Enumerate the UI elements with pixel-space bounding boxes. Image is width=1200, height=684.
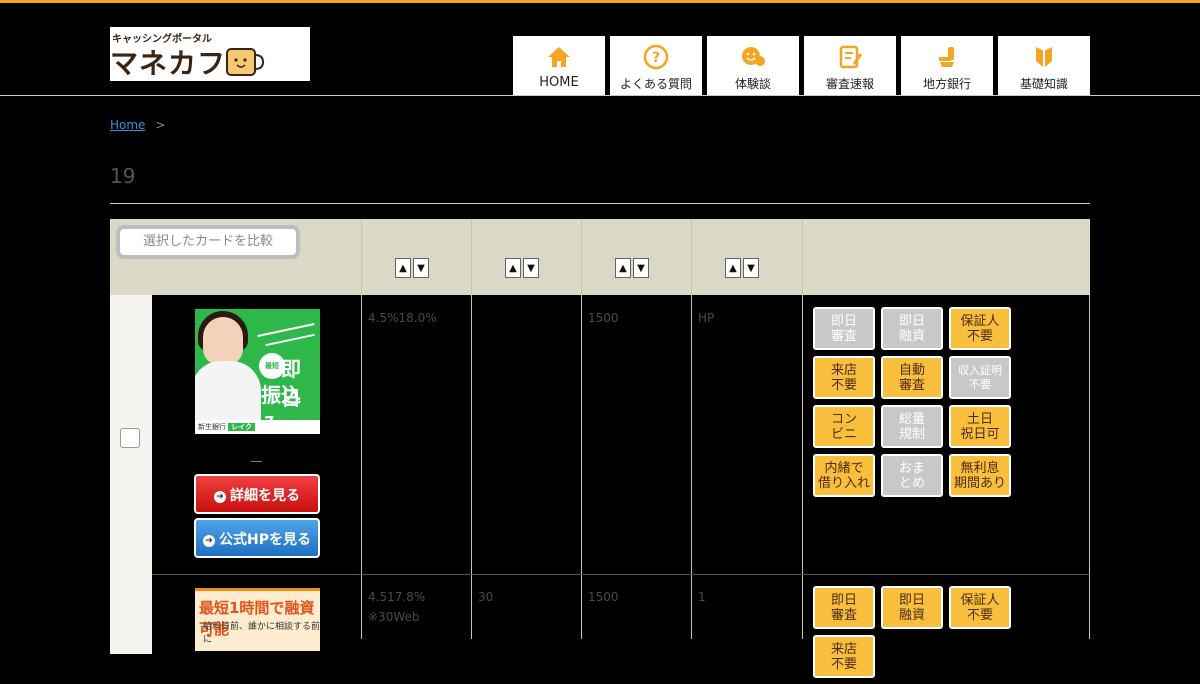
sort-controls-col1: ▲ ▼: [395, 256, 435, 278]
nav-item-faq[interactable]: ? よくある質問: [610, 36, 702, 95]
sort-asc-button[interactable]: ▲: [615, 258, 631, 278]
feature-tag: 総量 規制: [881, 405, 943, 448]
compare-checkbox[interactable]: [120, 428, 140, 448]
interest-rate: 4.517.8%: [368, 590, 426, 604]
chat-face-icon: [742, 47, 765, 66]
col4-value: HP: [698, 311, 715, 325]
feature-tag: 即日 審査: [813, 307, 875, 350]
limit-value: 1500: [588, 311, 619, 325]
banner-brand: レイク: [228, 423, 256, 431]
comparison-table: 選択したカードを比較 ▲▼ ▲▼ ▲▼ ▲▼ 最短 即日 振込み: [110, 219, 1090, 678]
breadcrumb-separator: >: [155, 118, 166, 132]
banner-footer-text: 新生銀行: [198, 423, 226, 431]
sort-controls-col3: ▲ ▼: [615, 256, 655, 278]
nav-item-home[interactable]: HOME: [513, 36, 605, 95]
feature-tag: 即日 融資: [881, 586, 943, 629]
arrow-right-icon: ➔: [203, 535, 215, 547]
official-site-button[interactable]: ➔ 公式HPを見る: [194, 518, 320, 558]
table-row: 最短 即日 振込み 新生銀行 レイク ➔ 詳細を見る ➔ 公式HPを見る 4.5%1…: [110, 295, 1090, 574]
sort-asc-button[interactable]: ▲: [725, 258, 741, 278]
report-icon: [839, 45, 863, 69]
site-header: キャッシングポータル マネカフェ HOME ? よくある質問 体験談 審査速報 …: [0, 3, 1200, 96]
nav-item-report[interactable]: 審査速報: [804, 36, 896, 95]
col4-value: 1: [698, 590, 706, 604]
svg-text:?: ?: [652, 50, 660, 66]
select-cell: [110, 574, 152, 654]
banner-footer: 新生銀行 レイク: [195, 420, 320, 434]
interest-rate-note: ※30Web: [368, 610, 420, 624]
feature-tag: 保証人 不要: [949, 586, 1011, 629]
table-header: 選択したカードを比較 ▲ ▼ ▲ ▼ ▲ ▼ ▲ ▼: [110, 219, 1090, 295]
sort-controls-col2: ▲ ▼: [505, 256, 545, 278]
limit-value: 1500: [588, 590, 619, 604]
site-logo[interactable]: キャッシングポータル マネカフェ: [110, 27, 310, 81]
nav-label: HOME: [539, 75, 579, 90]
banner-model-face: [203, 317, 243, 365]
feature-tag: 無利息 期間あり: [949, 454, 1011, 497]
feature-tag: 来店 不要: [813, 635, 875, 678]
main-nav: HOME ? よくある質問 体験談 審査速報 地方銀行 基礎知識: [513, 36, 1095, 95]
sort-desc-button[interactable]: ▼: [523, 258, 539, 278]
feature-tags: 即日 審査 即日 融資 保証人 不要来店 不要 自動 審査 収入証明 不要コン ビニ 総量…: [813, 307, 1081, 503]
col2-value: 30: [478, 590, 494, 604]
detail-button-label: 詳細を見る: [230, 488, 300, 504]
coffee-cup-icon: [226, 48, 265, 76]
official-button-label: 公式HPを見る: [219, 532, 311, 548]
interest-rate: 4.5%18.0%: [368, 311, 437, 325]
feature-tag: 保証人 不要: [949, 307, 1011, 350]
nav-item-experience[interactable]: 体験談: [707, 36, 799, 95]
breadcrumb-home-link[interactable]: Home: [110, 118, 145, 132]
sort-desc-button[interactable]: ▼: [633, 258, 649, 278]
lender-name-link[interactable]: [251, 448, 262, 464]
feature-tag: コン ビニ: [813, 405, 875, 448]
feature-tag: おま とめ: [881, 454, 943, 497]
page-title: 19: [110, 164, 136, 188]
nav-label: 審査速報: [825, 77, 874, 91]
sort-asc-button[interactable]: ▲: [395, 258, 411, 278]
home-icon: [548, 47, 570, 67]
feature-tag: 収入証明 不要: [949, 356, 1011, 399]
feature-tag: 内緒で 借り入れ: [813, 454, 875, 497]
compare-selected-button[interactable]: 選択したカードを比較: [116, 225, 300, 259]
nav-item-basics[interactable]: 基礎知識: [998, 36, 1090, 95]
nav-label: 地方銀行: [922, 77, 971, 91]
arrow-right-icon: ➔: [214, 491, 226, 503]
breadcrumb: Home >: [110, 118, 165, 132]
table-row: 最短1時間で融資可能 給料日前、誰かに相談する前に 4.517.8% ※30We…: [110, 574, 1090, 678]
question-icon: ?: [643, 44, 669, 70]
nav-label: 体験談: [734, 77, 771, 91]
beginner-icon: [1036, 47, 1052, 68]
sort-desc-button[interactable]: ▼: [413, 258, 429, 278]
title-divider: [110, 203, 1090, 204]
detail-button[interactable]: ➔ 詳細を見る: [194, 474, 320, 514]
feature-tag: 土日 祝日可: [949, 405, 1011, 448]
nav-label: 基礎知識: [1019, 77, 1068, 91]
feature-tag: 即日 融資: [881, 307, 943, 350]
chair-icon: [939, 47, 954, 67]
feature-tag: 自動 審査: [881, 356, 943, 399]
feature-tag: 来店 不要: [813, 356, 875, 399]
banner-stripe: [265, 333, 315, 347]
feature-tag: 即日 審査: [813, 586, 875, 629]
sort-desc-button[interactable]: ▼: [743, 258, 759, 278]
nav-item-regional-bank[interactable]: 地方銀行: [901, 36, 993, 95]
banner-subline: 給料日前、誰かに相談する前に: [203, 622, 320, 645]
sort-asc-button[interactable]: ▲: [505, 258, 521, 278]
lender-banner-image[interactable]: 最短 即日 振込み 新生銀行 レイク: [195, 309, 320, 434]
nav-label: よくある質問: [619, 77, 692, 91]
lender-banner-image[interactable]: 最短1時間で融資可能 給料日前、誰かに相談する前に: [195, 588, 320, 651]
feature-tags: 即日 審査 即日 融資 保証人 不要来店 不要: [813, 586, 1081, 684]
sort-controls-col4: ▲ ▼: [725, 256, 765, 278]
